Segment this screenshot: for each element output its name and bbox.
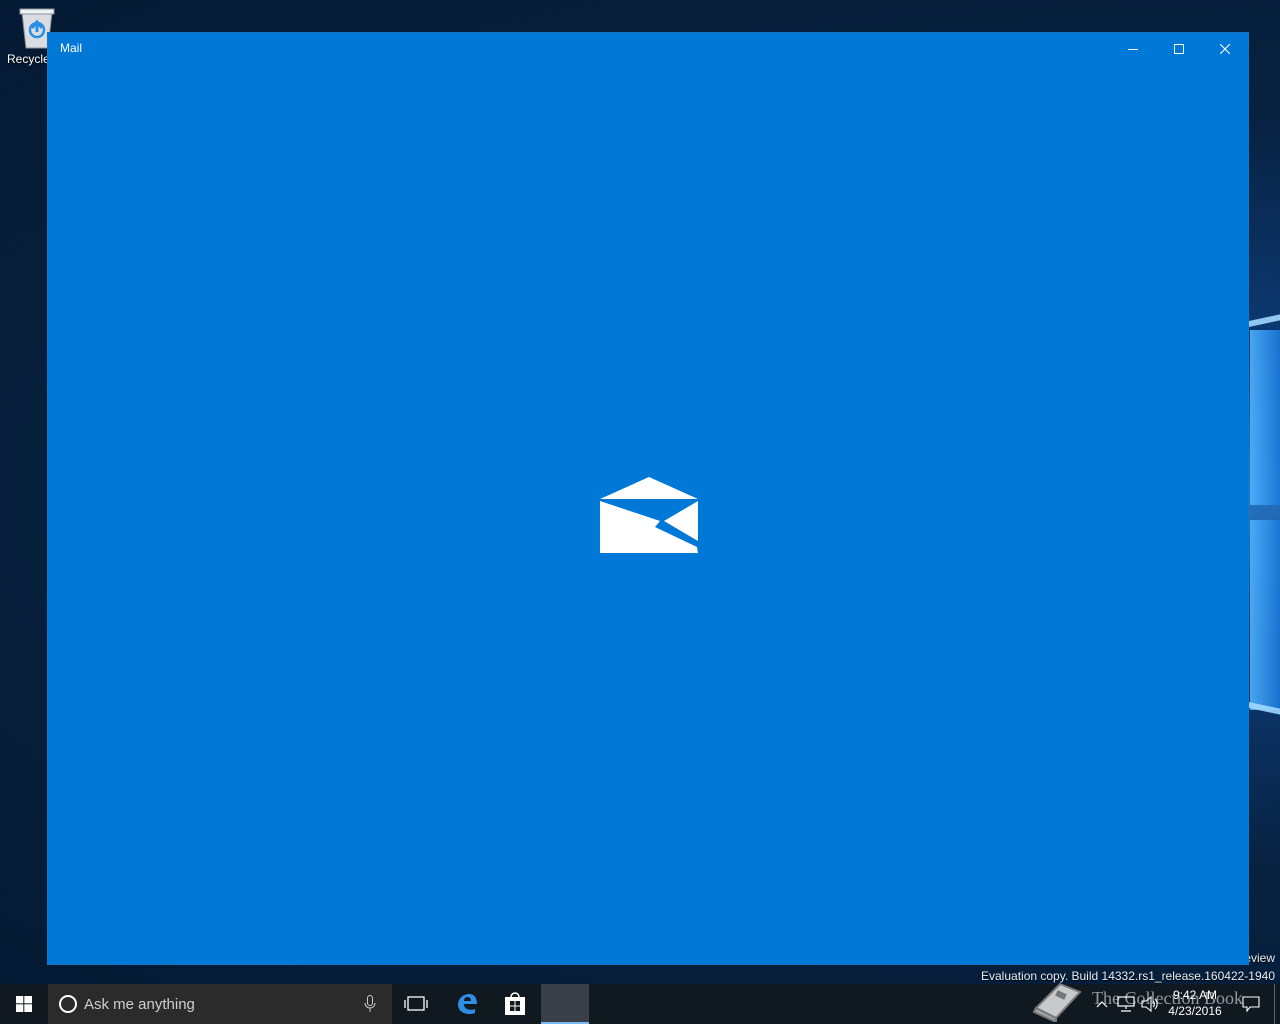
mail-taskbar-button[interactable]	[541, 984, 589, 1024]
microphone-icon[interactable]	[364, 995, 376, 1013]
taskbar: Ask me anything 9:42 AM 4/23/2016	[0, 984, 1280, 1024]
edge-icon	[458, 994, 477, 1015]
wallpaper-beam	[1250, 330, 1280, 505]
maximize-button[interactable]	[1156, 33, 1202, 64]
mail-envelope-icon	[600, 477, 698, 553]
task-view-icon	[404, 996, 428, 1011]
store-icon	[505, 992, 525, 1015]
notification-icon	[1242, 996, 1260, 1012]
cortana-search-box[interactable]: Ask me anything	[48, 984, 392, 1024]
build-watermark: Evaluation copy. Build 14332.rs1_release…	[981, 969, 1275, 983]
minimize-icon	[1128, 48, 1138, 50]
maximize-icon	[1174, 43, 1184, 54]
wallpaper-beam	[1246, 314, 1280, 328]
show-desktop-button[interactable]	[1274, 984, 1275, 1024]
mail-window: Mail	[47, 32, 1249, 965]
search-placeholder: Ask me anything	[84, 996, 195, 1013]
edge-button[interactable]	[443, 984, 491, 1024]
close-icon	[1220, 43, 1230, 54]
window-title: Mail	[60, 41, 83, 55]
start-button[interactable]	[0, 984, 48, 1024]
task-view-button[interactable]	[392, 984, 440, 1024]
book-watermark-icon	[1032, 982, 1082, 1022]
store-button[interactable]	[491, 984, 539, 1024]
cortana-icon	[59, 995, 77, 1013]
wallpaper-beam	[1250, 520, 1280, 710]
close-button[interactable]	[1202, 33, 1248, 64]
minimize-button[interactable]	[1110, 33, 1156, 64]
overlay-watermark-text: The Collection Book	[1092, 988, 1243, 1008]
title-bar[interactable]: Mail	[48, 33, 1248, 64]
windows-logo-icon	[16, 996, 32, 1012]
